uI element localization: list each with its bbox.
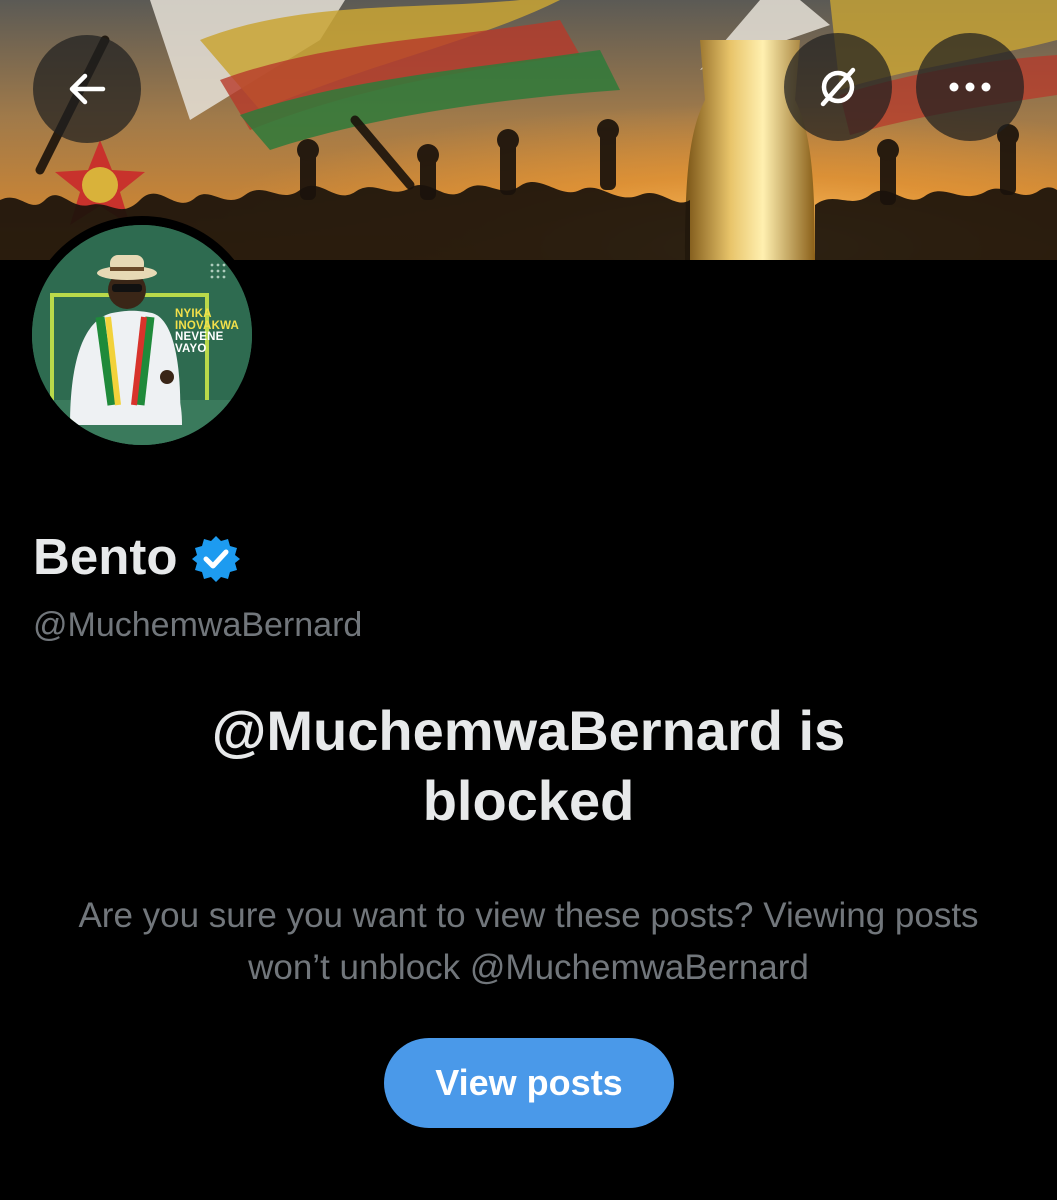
arrow-left-icon: [69, 73, 106, 105]
verified-badge-icon[interactable]: [191, 534, 241, 584]
avatar[interactable]: NYIKA INOVAKWA NEVENE VAYO: [23, 216, 261, 454]
poster-line: NYIKA: [175, 308, 212, 320]
eye-slash-icon: [820, 67, 856, 107]
display-name-row: Bento: [33, 527, 241, 587]
poster-line: VAYO: [175, 342, 207, 355]
more-horizontal-icon: [949, 82, 991, 92]
profile-handle: @MuchemwaBernard: [33, 606, 363, 644]
avatar-poster-text: NYIKA INOVAKWA NEVENE VAYO: [175, 308, 239, 355]
poster-line: NEVENE: [175, 331, 224, 343]
back-button[interactable]: [33, 35, 141, 143]
view-posts-button[interactable]: View posts: [384, 1038, 674, 1128]
hide-banner-button[interactable]: [784, 33, 892, 141]
blocked-title: @MuchemwaBernard is blocked: [211, 699, 846, 832]
more-options-button[interactable]: [916, 33, 1024, 141]
avatar-image: NYIKA INOVAKWA NEVENE VAYO: [32, 225, 252, 445]
blocked-message: Are you sure you want to view these post…: [78, 896, 979, 987]
display-name: Bento: [33, 528, 178, 585]
